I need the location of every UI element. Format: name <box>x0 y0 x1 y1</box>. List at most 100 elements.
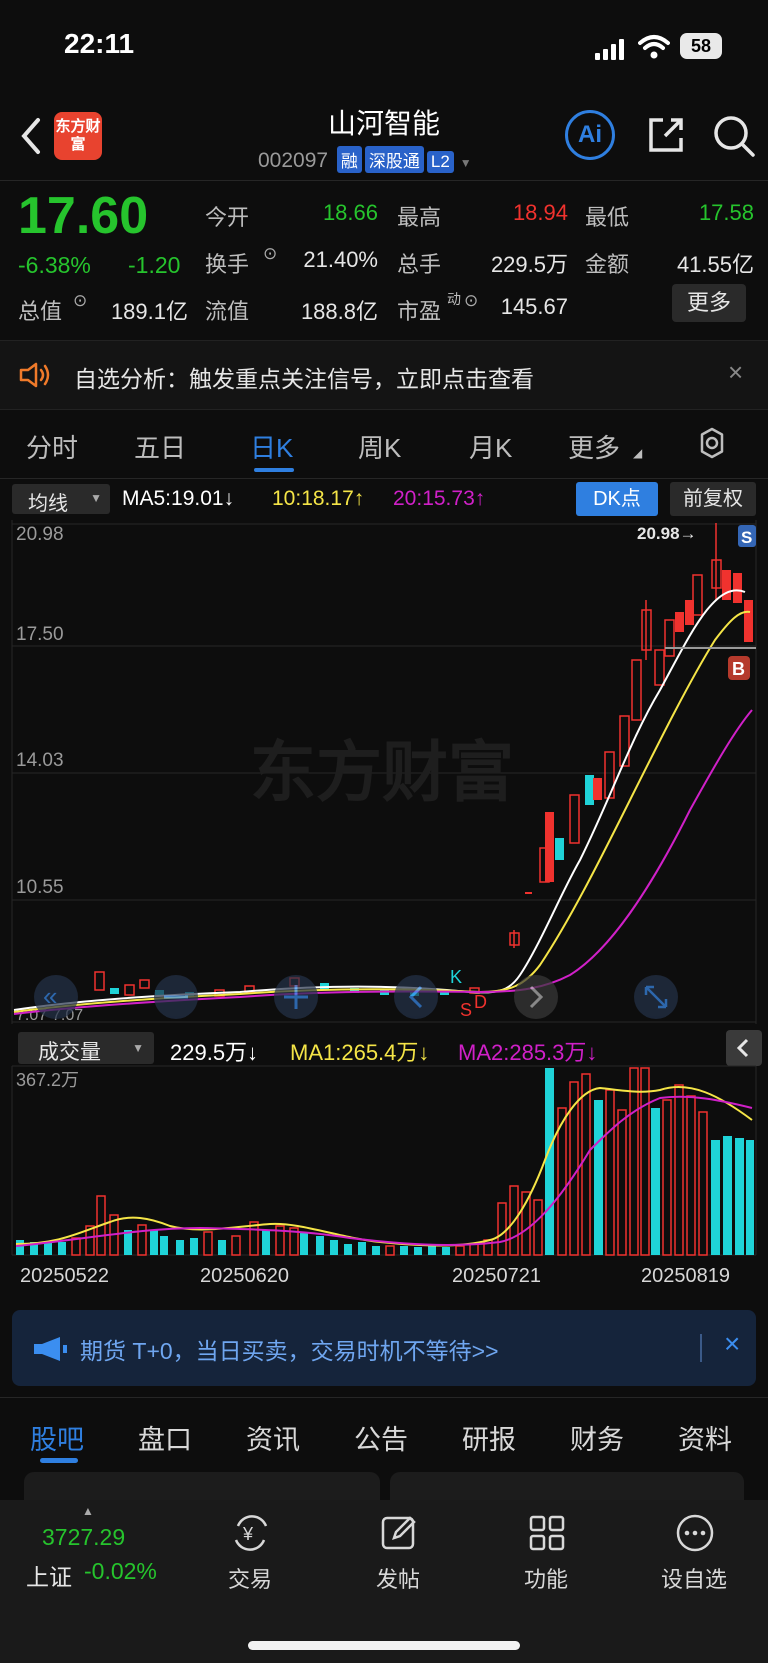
kline-chart[interactable]: 东方财富 20.98 17.50 14.03 10.55 7.07 7.07 2… <box>0 518 768 1028</box>
amount-label: 金额 <box>585 252 630 277</box>
svg-text:¥: ¥ <box>242 1524 254 1544</box>
info-icon[interactable]: ⊙ <box>263 244 277 264</box>
s-signal-label: S <box>460 1000 472 1020</box>
candles-rally <box>509 523 753 948</box>
mcap-value: 189.1亿 <box>110 299 188 324</box>
nav-post-label: 发帖 <box>375 1567 420 1592</box>
ai-button[interactable]: Ai <box>565 110 615 160</box>
nav-functions[interactable]: 功能 <box>486 1512 606 1602</box>
nav-trade[interactable]: ¥ 交易 <box>190 1512 310 1602</box>
date-label-2: 20250620 <box>200 1265 289 1287</box>
k-signal-label: K <box>450 967 462 987</box>
float-value: 188.8亿 <box>300 299 378 324</box>
chevron-down-icon: ▼ <box>132 1041 144 1055</box>
share-icon[interactable] <box>645 114 687 156</box>
date-label-4: 20250819 <box>641 1265 730 1287</box>
open-value: 18.66 <box>322 200 378 225</box>
info-icon[interactable]: ⊙ <box>73 291 87 311</box>
tag-connect: 深股通 <box>364 146 424 173</box>
bottom-tab-indicator <box>40 1458 78 1463</box>
collapse-panel-button[interactable] <box>726 1030 762 1066</box>
tab-weekly-k[interactable]: 周K <box>358 428 401 465</box>
scroll-left-button[interactable] <box>394 975 438 1019</box>
pe-label: 市盈 <box>397 299 442 324</box>
nav-trade-label: 交易 <box>227 1567 272 1592</box>
high-label: 最高 <box>397 205 442 230</box>
stock-code-row[interactable]: 002097 融深股通 L2 ▼ <box>258 146 472 173</box>
nav-functions-label: 功能 <box>523 1567 568 1592</box>
tab-profile[interactable]: 资料 <box>678 1418 732 1457</box>
volume-chart[interactable]: 367.2万 <box>0 1064 768 1264</box>
ma-select-label: 均线 <box>28 493 68 515</box>
mcap-label: 总值 <box>18 299 63 324</box>
index-value: 3727.29 <box>42 1524 126 1550</box>
high-value: 18.94 <box>512 200 568 225</box>
tag-margin: 融 <box>336 146 362 173</box>
search-icon[interactable] <box>712 114 756 158</box>
tab-orderbook[interactable]: 盘口 <box>138 1418 192 1457</box>
ma20-value: 20:15.73↑ <box>393 487 486 510</box>
sell-signal-label: S <box>741 528 752 547</box>
caret-up-icon: ▲ <box>82 1504 94 1518</box>
notice-bar[interactable]: 自选分析：触发重点关注信号，立即点击查看 × <box>0 340 768 410</box>
axis-label-3: 14.03 <box>16 750 64 771</box>
tab-active-indicator <box>254 468 294 472</box>
more-dots-icon <box>676 1514 714 1552</box>
wifi-icon <box>638 35 670 59</box>
ma5-value: MA5:19.01↓ <box>122 487 235 510</box>
cellular-signal-icon <box>595 38 627 60</box>
tab-research[interactable]: 研报 <box>462 1418 516 1457</box>
pe-superscript: 动 <box>447 291 461 307</box>
tab-intraday[interactable]: 分时 <box>26 428 78 465</box>
turnover-value: 21.40% <box>303 247 378 272</box>
tab-announcements[interactable]: 公告 <box>354 1418 408 1457</box>
ad-divider <box>700 1334 702 1362</box>
tab-more[interactable]: 更多 <box>568 428 620 465</box>
nav-post[interactable]: 发帖 <box>338 1512 458 1602</box>
stock-code: 002097 <box>258 149 329 172</box>
volume-ma1: MA1:265.4万↓ <box>290 1040 430 1065</box>
volume-max-label: 367.2万 <box>16 1070 79 1090</box>
close-icon[interactable]: × <box>724 1328 740 1360</box>
index-name: 上证 <box>26 1564 72 1590</box>
volume-bars <box>16 1067 754 1256</box>
scroll-right-button[interactable] <box>514 975 558 1019</box>
ad-text: 期货 T+0，当日买卖，交易时机不等待>> <box>80 1338 499 1364</box>
dk-button[interactable]: DK点 <box>576 482 658 516</box>
tab-five-day[interactable]: 五日 <box>134 428 186 465</box>
volume-select-label: 成交量 <box>38 1041 101 1064</box>
open-label: 今开 <box>205 205 250 230</box>
axis-label-4: 10.55 <box>16 877 64 898</box>
volume-select[interactable]: 成交量 ▼ <box>18 1032 154 1064</box>
ma-select[interactable]: 均线 ▼ <box>12 484 110 515</box>
home-indicator <box>248 1641 520 1650</box>
nav-add-watchlist[interactable]: 设自选 <box>634 1512 754 1602</box>
more-button[interactable]: 更多 <box>672 284 746 322</box>
tab-forum[interactable]: 股吧 <box>30 1418 84 1457</box>
status-time: 22:11 <box>64 28 135 59</box>
tab-financials[interactable]: 财务 <box>570 1418 624 1457</box>
grid-icon <box>529 1515 565 1551</box>
chevron-left-icon <box>736 1038 749 1058</box>
forum-card[interactable] <box>24 1472 380 1502</box>
watermark: 东方财富 <box>250 735 514 809</box>
low-value: 17.58 <box>698 200 754 225</box>
close-icon[interactable]: × <box>728 357 743 388</box>
chevron-down-icon: ▼ <box>459 156 472 170</box>
tab-news[interactable]: 资讯 <box>246 1418 300 1457</box>
float-label: 流值 <box>205 299 250 324</box>
info-icon[interactable]: ⊙ <box>464 291 478 311</box>
tab-daily-k[interactable]: 日K <box>250 428 293 465</box>
header-divider <box>0 180 768 181</box>
forum-card[interactable] <box>390 1472 744 1502</box>
adjust-button[interactable]: 前复权 <box>670 482 756 516</box>
index-change: -0.02% <box>84 1558 157 1584</box>
gear-icon[interactable] <box>695 426 729 460</box>
low-label: 最低 <box>585 205 630 230</box>
tab-monthly-k[interactable]: 月K <box>469 428 512 465</box>
ma10-value: 10:18.17↑ <box>272 487 365 510</box>
current-price: 17.60 <box>18 187 149 245</box>
axis-label-top: 20.98 <box>16 524 64 545</box>
ad-banner[interactable]: 期货 T+0，当日买卖，交易时机不等待>> × <box>12 1310 756 1386</box>
pe-value: 145.67 <box>500 294 568 319</box>
